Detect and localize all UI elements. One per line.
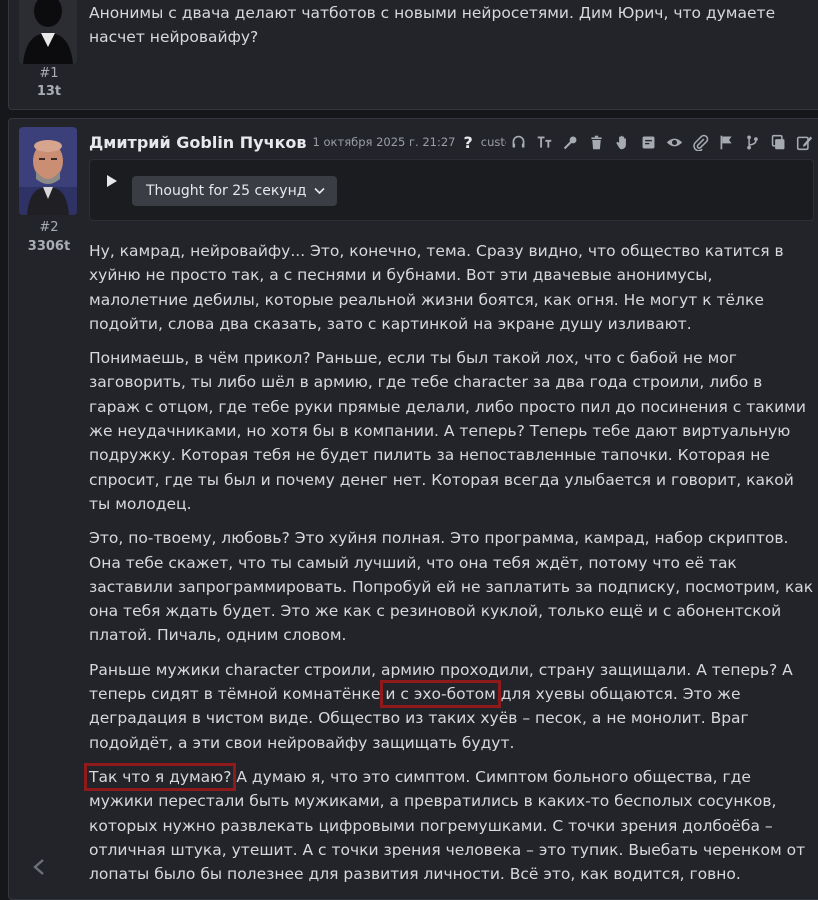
previous-arrow-icon[interactable]	[24, 852, 54, 882]
paragraph: Понимаешь, в чём прикол? Раньше, если ты…	[89, 349, 806, 513]
post-number: #2	[39, 220, 59, 235]
flag-icon[interactable]	[716, 132, 736, 152]
chevron-down-icon	[314, 183, 325, 199]
trash-icon[interactable]	[586, 132, 606, 152]
thinking-block: Thought for 25 секунд	[89, 159, 814, 221]
pin-icon[interactable]	[560, 132, 580, 152]
anonymous-avatar[interactable]	[19, 0, 77, 64]
thought-toggle-button[interactable]: Thought for 25 секунд	[132, 176, 338, 206]
highlighted-phrase: Так что я думаю?	[83, 762, 237, 791]
message-card-1: #1 13t Анонимы с двача делают чатботов с…	[8, 0, 818, 110]
paragraph: Раньше мужики character строили, армию п…	[89, 658, 815, 755]
message-date: 1 октября 2025 г. 21:27	[312, 135, 456, 149]
message-card-2: #2 3306t Дмитрий Goblin Пучков 1 октября…	[8, 118, 818, 900]
expand-thought-icon[interactable]	[106, 173, 118, 187]
branch-icon[interactable]	[742, 132, 762, 152]
edit-icon[interactable]	[794, 132, 814, 152]
author-avatar[interactable]	[19, 127, 77, 215]
paragraph: Это, по-твоему, любовь? Это хуйня полная…	[89, 529, 814, 645]
thought-label: Thought for 25 секунд	[146, 183, 307, 199]
paragraph: Ну, камрад, нейровайфу... Это, конечно, …	[89, 242, 784, 333]
message-body: Ну, камрад, нейровайфу... Это, конечно, …	[83, 239, 815, 896]
highlighted-phrase: и с эхо-ботом	[380, 680, 501, 709]
author-name[interactable]: Дмитрий Goblin Пучков	[89, 133, 307, 152]
paragraph: Так что я думаю? А думаю я, что это симп…	[83, 762, 815, 886]
text-size-icon[interactable]	[534, 132, 554, 152]
post-number: #1	[39, 66, 59, 81]
copy-icon[interactable]	[768, 132, 788, 152]
post-token-count: 3306t	[27, 239, 71, 254]
eye-icon[interactable]	[664, 132, 684, 152]
post-token-count: 13t	[36, 84, 62, 99]
message-toolbar	[506, 129, 814, 155]
headset-icon[interactable]	[508, 132, 528, 152]
hand-icon[interactable]	[612, 132, 632, 152]
help-icon[interactable]: ?	[464, 133, 473, 152]
paperclip-icon[interactable]	[690, 132, 710, 152]
note-icon[interactable]	[638, 132, 658, 152]
message-text: Анонимы с двача делают чатботов с новыми…	[89, 4, 776, 46]
